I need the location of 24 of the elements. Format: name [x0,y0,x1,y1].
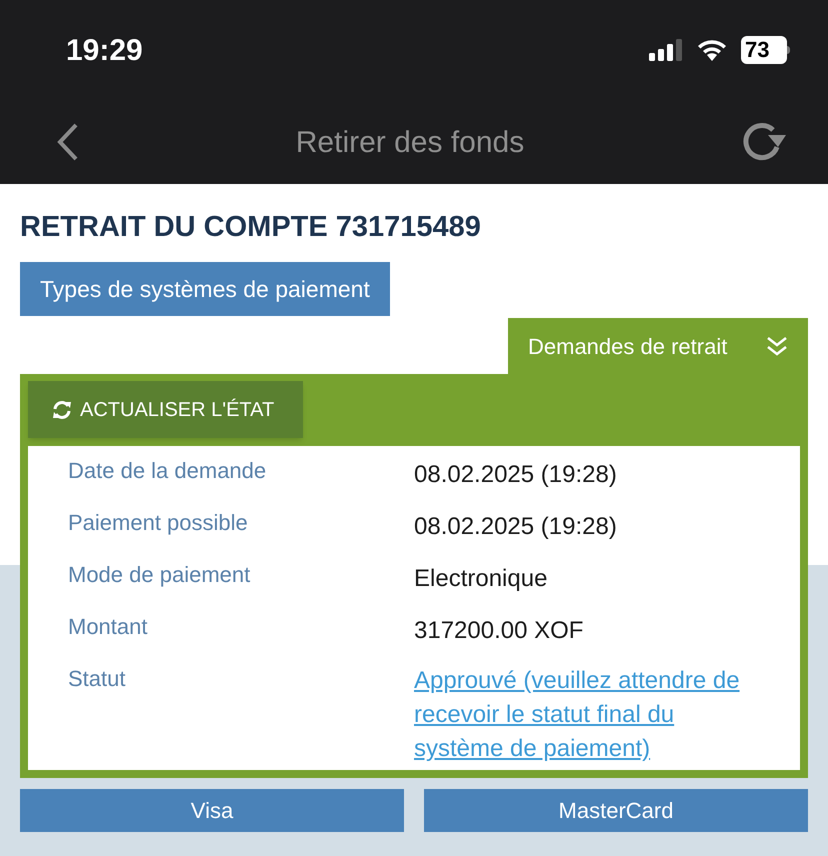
detail-label: Montant [68,613,148,641]
sync-icon [52,400,72,420]
status-time: 19:29 [66,32,143,68]
payment-method-button[interactable]: MasterCard [424,789,808,832]
battery-level: 73 [741,36,787,64]
signal-icon [649,39,683,61]
status-link[interactable]: Approuvé (veuillez attendre de recevoir le statut final du système de paiement) [414,664,759,766]
refresh-status-button[interactable]: ACTUALISER L'ÉTAT [28,381,303,438]
wifi-icon [697,39,727,61]
detail-label: Date de la demande [68,457,268,485]
nav-title: Retirer des fonds [296,124,524,160]
detail-label: Statut [68,665,126,693]
page-heading: RETRAIT DU COMPTE 731715489 [20,210,482,245]
detail-value: 08.02.2025 (19:28) [414,460,618,490]
back-icon[interactable] [56,122,80,162]
payment-method-button[interactable]: Visa [20,789,404,832]
detail-value: 08.02.2025 (19:28) [414,512,618,542]
detail-value: 317200.00 XOF [414,616,584,646]
detail-label: Mode de paiement [68,561,252,589]
detail-value: Electronique [414,564,548,594]
withdrawal-requests-tab[interactable]: Demandes de retrait [508,318,808,374]
chevron-icon [766,336,788,356]
payment-types-button[interactable]: Types de systèmes de paiement [20,262,390,316]
detail-label: Paiement possible [68,509,249,537]
